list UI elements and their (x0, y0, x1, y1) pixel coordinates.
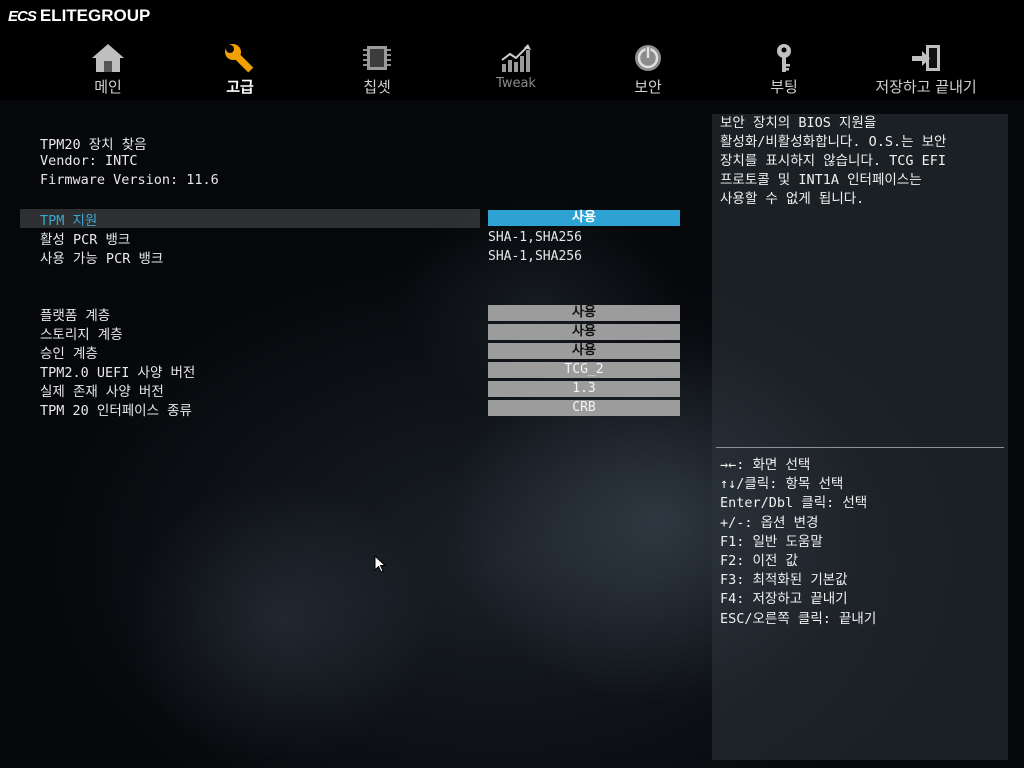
setting-value-tpm-support[interactable]: 사용 (488, 210, 680, 226)
setting-value-active-pcr-bank: SHA-1,SHA256 (488, 230, 582, 245)
tab-main[interactable]: 메인 (53, 42, 163, 96)
key-hint: F4: 저장하고 끝내기 (720, 591, 848, 608)
setting-value-endorsement-hierarchy[interactable]: 사용 (488, 343, 680, 359)
brand-logo: ECS ELITEGROUP (8, 4, 150, 28)
setting-value-uefi-spec-version[interactable]: TCG_2 (488, 362, 680, 378)
setting-value-available-pcr-bank: SHA-1,SHA256 (488, 249, 582, 264)
tab-chipset-label: 칩셋 (363, 78, 391, 96)
tab-main-label: 메인 (94, 78, 122, 96)
help-description: 보안 장치의 BIOS 지원을 활성화/비활성화합니다. O.S.는 보안 장치… (720, 115, 947, 207)
exit-icon (912, 45, 940, 71)
key-legend: →←: 화면 선택 ↑↓/클릭: 항목 선택 Enter/Dbl 클릭: 선택 … (720, 456, 876, 629)
setting-label-interface-type[interactable]: TPM 20 인터페이스 종류 (40, 399, 192, 419)
tab-security[interactable]: 보안 (593, 42, 703, 96)
setting-label-uefi-spec-version[interactable]: TPM2.0 UEFI 사양 버전 (40, 361, 195, 381)
chart-icon (501, 44, 531, 72)
help-divider (716, 447, 1004, 448)
key-hint: F1: 일반 도움말 (720, 533, 823, 550)
home-icon (92, 44, 124, 72)
key-hint: →←: 화면 선택 (720, 457, 811, 473)
setting-value-platform-hierarchy[interactable]: 사용 (488, 305, 680, 321)
key-hint: F3: 최적화된 기본값 (720, 572, 848, 589)
top-navigation: ECS ELITEGROUP 메인 고급 칩셋 Tweak 보안 부팅 저장하고… (0, 0, 1024, 100)
tpm-vendor: Vendor: INTC (40, 153, 138, 169)
setting-value-storage-hierarchy[interactable]: 사용 (488, 324, 680, 340)
tpm-device-found: TPM20 장치 찾음 (40, 137, 147, 153)
mouse-cursor-icon (374, 555, 386, 573)
tpm-firmware-version: Firmware Version: 11.6 (40, 172, 219, 188)
setting-label-tpm-support[interactable]: TPM 지원 (40, 209, 97, 229)
key-hint: Enter/Dbl 클릭: 선택 (720, 495, 868, 512)
tab-tweak[interactable]: Tweak (461, 42, 571, 96)
help-panel: 보안 장치의 BIOS 지원을 활성화/비활성화합니다. O.S.는 보안 장치… (712, 114, 1008, 760)
setting-label-available-pcr-bank: 사용 가능 PCR 뱅크 (40, 251, 164, 267)
wrench-icon (225, 44, 254, 73)
brand-logo-ecs: ECS (8, 7, 37, 25)
tab-advanced[interactable]: 고급 (185, 42, 295, 96)
tab-security-label: 보안 (634, 78, 662, 96)
tab-chipset[interactable]: 칩셋 (322, 42, 432, 96)
tab-tweak-label: Tweak (496, 76, 536, 91)
brand-logo-text: ELITEGROUP (39, 6, 151, 25)
tab-boot-label: 부팅 (770, 78, 798, 96)
setting-value-interface-type[interactable]: CRB (488, 400, 680, 416)
setting-label-platform-hierarchy[interactable]: 플랫폼 계층 (40, 304, 110, 324)
tab-advanced-label: 고급 (226, 78, 254, 96)
setting-value-physical-presence-version[interactable]: 1.3 (488, 381, 680, 397)
key-hint: ESC/오른쪽 클릭: 끝내기 (720, 610, 877, 627)
tab-save-exit[interactable]: 저장하고 끝내기 (864, 42, 988, 96)
setting-label-physical-presence-version[interactable]: 실제 존재 사양 버전 (40, 380, 164, 400)
key-hint: F2: 이전 값 (720, 553, 798, 570)
chip-icon (363, 46, 391, 70)
setting-label-storage-hierarchy[interactable]: 스토리지 계층 (40, 323, 123, 343)
key-hint: +/-: 옵션 변경 (720, 514, 819, 531)
tab-boot[interactable]: 부팅 (729, 42, 839, 96)
power-lock-icon (635, 45, 661, 71)
key-hint: ↑↓/클릭: 항목 선택 (720, 476, 844, 493)
setting-label-active-pcr-bank: 활성 PCR 뱅크 (40, 232, 131, 248)
key-icon (777, 44, 791, 72)
tab-save-exit-label: 저장하고 끝내기 (875, 78, 977, 96)
setting-label-endorsement-hierarchy[interactable]: 승인 계층 (40, 342, 98, 362)
